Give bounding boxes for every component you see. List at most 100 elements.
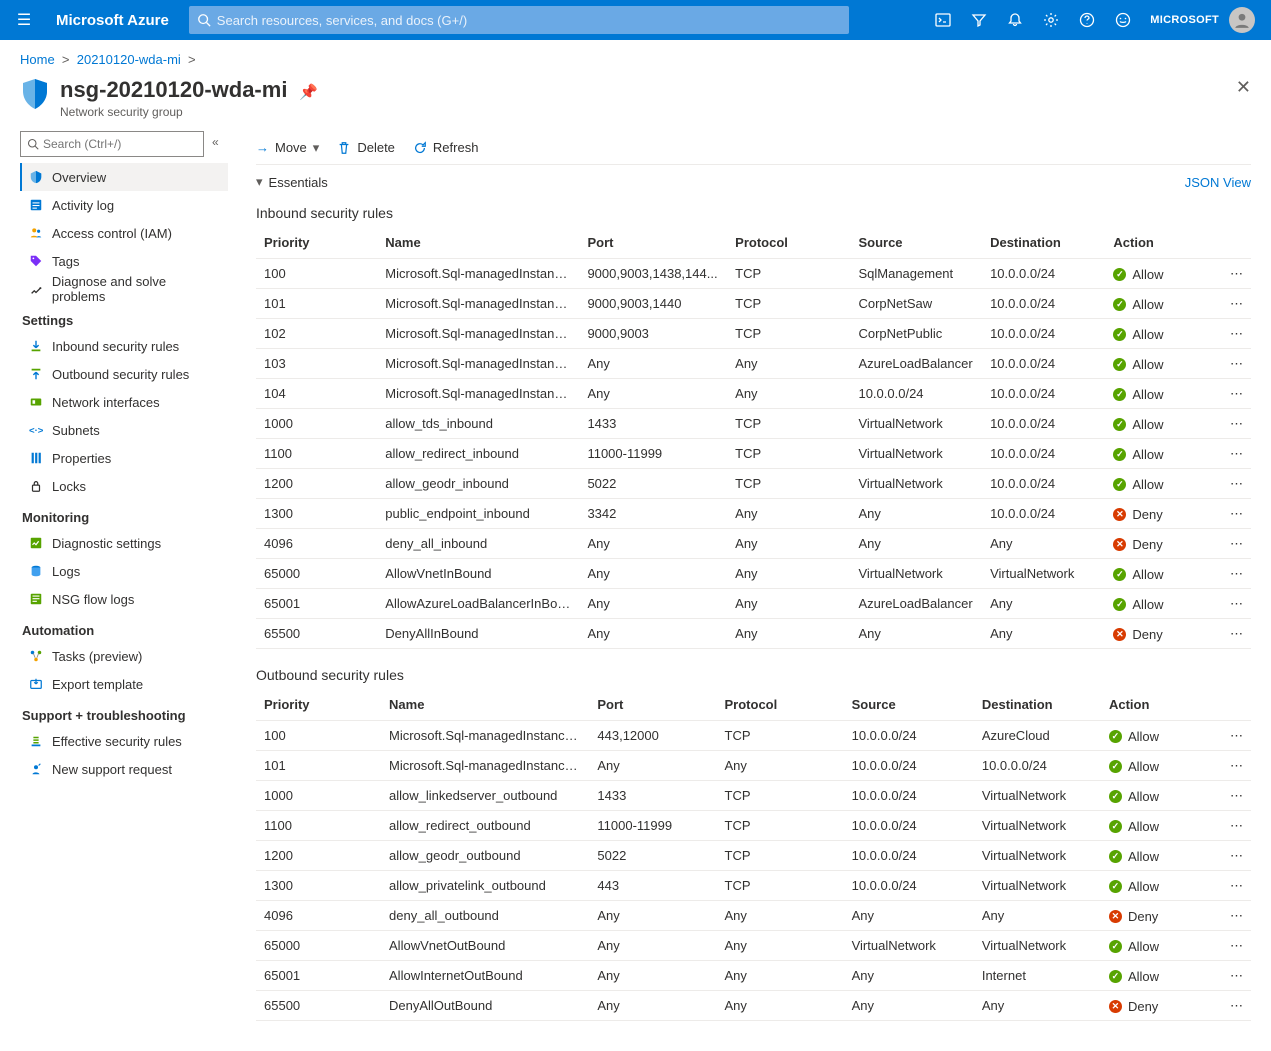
row-menu-icon[interactable]: ⋯ bbox=[1216, 751, 1251, 781]
rule-row[interactable]: 65500DenyAllOutBoundAnyAnyAnyAny✕Deny⋯ bbox=[256, 991, 1251, 1021]
row-menu-icon[interactable]: ⋯ bbox=[1217, 559, 1251, 589]
help-icon[interactable] bbox=[1078, 11, 1096, 29]
sidebar-item-nsg-flow-logs[interactable]: NSG flow logs bbox=[20, 585, 228, 613]
sidebar-item-export-template[interactable]: Export template bbox=[20, 670, 228, 698]
sidebar-item-inbound-security-rules[interactable]: Inbound security rules bbox=[20, 332, 228, 360]
row-menu-icon[interactable]: ⋯ bbox=[1216, 871, 1251, 901]
row-menu-icon[interactable]: ⋯ bbox=[1217, 499, 1251, 529]
rule-row[interactable]: 100Microsoft.Sql-managedInstances_U...90… bbox=[256, 259, 1251, 289]
sidebar-item-overview[interactable]: Overview bbox=[20, 163, 228, 191]
rule-row[interactable]: 1300public_endpoint_inbound3342AnyAny10.… bbox=[256, 499, 1251, 529]
row-menu-icon[interactable]: ⋯ bbox=[1216, 781, 1251, 811]
col-action[interactable]: Action bbox=[1105, 227, 1216, 259]
brand-label[interactable]: Microsoft Azure bbox=[40, 12, 185, 29]
notifications-icon[interactable] bbox=[1006, 11, 1024, 29]
row-menu-icon[interactable]: ⋯ bbox=[1217, 319, 1251, 349]
collapse-sidebar-icon[interactable]: « bbox=[212, 135, 219, 149]
row-menu-icon[interactable]: ⋯ bbox=[1217, 469, 1251, 499]
col-priority[interactable]: Priority bbox=[256, 227, 377, 259]
col-destination[interactable]: Destination bbox=[974, 689, 1101, 721]
col-protocol[interactable]: Protocol bbox=[727, 227, 850, 259]
rule-row[interactable]: 103Microsoft.Sql-managedInstances_U...An… bbox=[256, 349, 1251, 379]
rule-row[interactable]: 1100allow_redirect_outbound11000-11999TC… bbox=[256, 811, 1251, 841]
sidebar-item-tasks-preview-[interactable]: Tasks (preview) bbox=[20, 642, 228, 670]
col-name[interactable]: Name bbox=[377, 227, 579, 259]
rule-row[interactable]: 65500DenyAllInBoundAnyAnyAnyAny✕Deny⋯ bbox=[256, 619, 1251, 649]
col-action[interactable]: Action bbox=[1101, 689, 1216, 721]
row-menu-icon[interactable]: ⋯ bbox=[1217, 259, 1251, 289]
rule-row[interactable]: 1300allow_privatelink_outbound443TCP10.0… bbox=[256, 871, 1251, 901]
col-name[interactable]: Name bbox=[381, 689, 589, 721]
col-destination[interactable]: Destination bbox=[982, 227, 1105, 259]
row-menu-icon[interactable]: ⋯ bbox=[1217, 349, 1251, 379]
row-menu-icon[interactable]: ⋯ bbox=[1216, 811, 1251, 841]
rule-row[interactable]: 101Microsoft.Sql-managedInstances_U...An… bbox=[256, 751, 1251, 781]
row-menu-icon[interactable]: ⋯ bbox=[1216, 931, 1251, 961]
sidebar-item-logs[interactable]: Logs bbox=[20, 557, 228, 585]
delete-button[interactable]: Delete bbox=[337, 140, 395, 155]
sidebar-item-diagnostic-settings[interactable]: Diagnostic settings bbox=[20, 529, 228, 557]
move-button[interactable]: →Move▾ bbox=[256, 140, 319, 156]
sidebar-item-outbound-security-rules[interactable]: Outbound security rules bbox=[20, 360, 228, 388]
row-menu-icon[interactable]: ⋯ bbox=[1216, 841, 1251, 871]
essentials-bar[interactable]: ▾ Essentials JSON View bbox=[256, 167, 1251, 197]
col-port[interactable]: Port bbox=[589, 689, 716, 721]
col-priority[interactable]: Priority bbox=[256, 689, 381, 721]
refresh-button[interactable]: Refresh bbox=[413, 140, 479, 155]
rule-row[interactable]: 1200allow_geodr_outbound5022TCP10.0.0.0/… bbox=[256, 841, 1251, 871]
global-search-input[interactable] bbox=[217, 13, 841, 28]
breadcrumb-home[interactable]: Home bbox=[20, 52, 55, 67]
sidebar-search[interactable] bbox=[20, 131, 204, 157]
rule-row[interactable]: 65001AllowAzureLoadBalancerInBoundAnyAny… bbox=[256, 589, 1251, 619]
row-menu-icon[interactable]: ⋯ bbox=[1216, 961, 1251, 991]
rule-row[interactable]: 4096deny_all_inboundAnyAnyAnyAny✕Deny⋯ bbox=[256, 529, 1251, 559]
sidebar-item-activity-log[interactable]: Activity log bbox=[20, 191, 228, 219]
pin-icon[interactable]: 📌 bbox=[299, 84, 318, 101]
sidebar-item-network-interfaces[interactable]: Network interfaces bbox=[20, 388, 228, 416]
sidebar-item-access-control-iam-[interactable]: Access control (IAM) bbox=[20, 219, 228, 247]
rule-row[interactable]: 65000AllowVnetInBoundAnyAnyVirtualNetwor… bbox=[256, 559, 1251, 589]
cloud-shell-icon[interactable] bbox=[934, 11, 952, 29]
rule-row[interactable]: 4096deny_all_outboundAnyAnyAnyAny✕Deny⋯ bbox=[256, 901, 1251, 931]
row-menu-icon[interactable]: ⋯ bbox=[1217, 289, 1251, 319]
sidebar-item-effective-security-rules[interactable]: Effective security rules bbox=[20, 727, 228, 755]
close-icon[interactable]: ✕ bbox=[1236, 77, 1251, 98]
row-menu-icon[interactable]: ⋯ bbox=[1217, 619, 1251, 649]
col-port[interactable]: Port bbox=[579, 227, 727, 259]
row-menu-icon[interactable]: ⋯ bbox=[1216, 721, 1251, 751]
row-menu-icon[interactable]: ⋯ bbox=[1216, 991, 1251, 1021]
filter-icon[interactable] bbox=[970, 11, 988, 29]
col-source[interactable]: Source bbox=[844, 689, 974, 721]
sidebar-item-diagnose-and-solve-problems[interactable]: Diagnose and solve problems bbox=[20, 275, 228, 303]
sidebar-item-subnets[interactable]: <·>Subnets bbox=[20, 416, 228, 444]
row-menu-icon[interactable]: ⋯ bbox=[1217, 409, 1251, 439]
json-view-link[interactable]: JSON View bbox=[1185, 175, 1251, 190]
sidebar-search-input[interactable] bbox=[43, 137, 197, 151]
rule-row[interactable]: 65000AllowVnetOutBoundAnyAnyVirtualNetwo… bbox=[256, 931, 1251, 961]
rule-row[interactable]: 1100allow_redirect_inbound11000-11999TCP… bbox=[256, 439, 1251, 469]
breadcrumb-parent[interactable]: 20210120-wda-mi bbox=[77, 52, 181, 67]
col-source[interactable]: Source bbox=[850, 227, 982, 259]
rule-row[interactable]: 100Microsoft.Sql-managedInstances_U...44… bbox=[256, 721, 1251, 751]
sidebar-item-properties[interactable]: Properties bbox=[20, 444, 228, 472]
rule-row[interactable]: 102Microsoft.Sql-managedInstances_U...90… bbox=[256, 319, 1251, 349]
row-menu-icon[interactable]: ⋯ bbox=[1217, 439, 1251, 469]
rule-row[interactable]: 104Microsoft.Sql-managedInstances_U...An… bbox=[256, 379, 1251, 409]
row-menu-icon[interactable]: ⋯ bbox=[1216, 901, 1251, 931]
sidebar-item-new-support-request[interactable]: New support request bbox=[20, 755, 228, 783]
rule-row[interactable]: 65001AllowInternetOutBoundAnyAnyAnyInter… bbox=[256, 961, 1251, 991]
global-search[interactable] bbox=[189, 6, 849, 34]
rule-row[interactable]: 1000allow_linkedserver_outbound1433TCP10… bbox=[256, 781, 1251, 811]
col-protocol[interactable]: Protocol bbox=[717, 689, 844, 721]
rule-row[interactable]: 101Microsoft.Sql-managedInstances_U...90… bbox=[256, 289, 1251, 319]
rule-row[interactable]: 1000allow_tds_inbound1433TCPVirtualNetwo… bbox=[256, 409, 1251, 439]
row-menu-icon[interactable]: ⋯ bbox=[1217, 589, 1251, 619]
account-area[interactable]: MICROSOFT bbox=[1150, 7, 1255, 33]
row-menu-icon[interactable]: ⋯ bbox=[1217, 529, 1251, 559]
rule-row[interactable]: 1200allow_geodr_inbound5022TCPVirtualNet… bbox=[256, 469, 1251, 499]
sidebar-item-tags[interactable]: Tags bbox=[20, 247, 228, 275]
sidebar-item-locks[interactable]: Locks bbox=[20, 472, 228, 500]
row-menu-icon[interactable]: ⋯ bbox=[1217, 379, 1251, 409]
hamburger-icon[interactable]: ☰ bbox=[8, 10, 40, 30]
feedback-icon[interactable] bbox=[1114, 11, 1132, 29]
